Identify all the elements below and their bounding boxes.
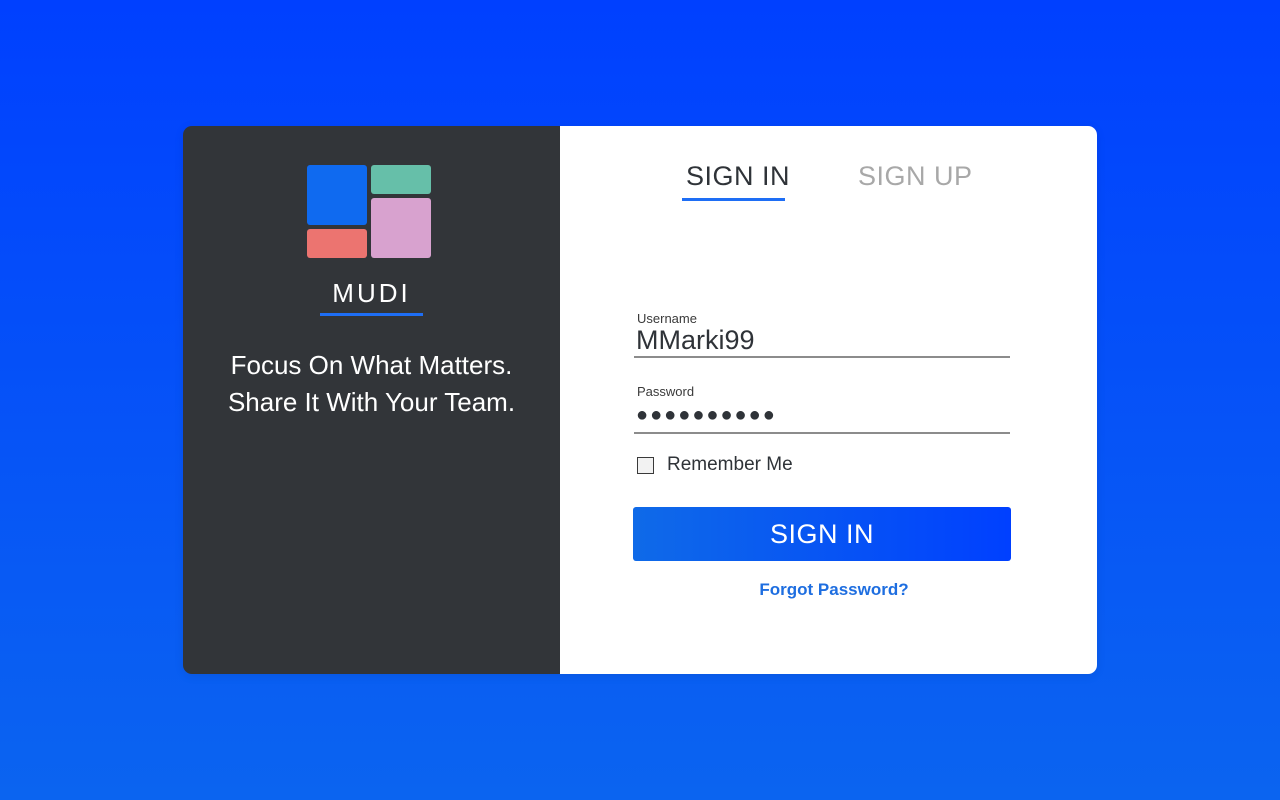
logo-block-teal — [371, 165, 431, 194]
tagline: Focus On What Matters. Share It With You… — [183, 347, 560, 421]
logo-block-red — [307, 229, 367, 258]
remember-me-checkbox[interactable] — [637, 456, 654, 474]
tab-sign-up[interactable]: SIGN UP — [858, 161, 973, 192]
auth-card: MUDI Focus On What Matters. Share It Wit… — [183, 126, 1097, 674]
username-input[interactable] — [634, 324, 1010, 358]
sign-in-button[interactable]: SIGN IN — [633, 507, 1011, 561]
forgot-password-label: Forgot Password? — [759, 580, 909, 599]
mudi-logo — [307, 165, 431, 258]
logo-block-blue — [307, 165, 367, 225]
tagline-line-1: Focus On What Matters. — [230, 350, 513, 380]
brand-underline — [320, 313, 423, 316]
logo-block-pink — [371, 198, 431, 258]
remember-me-label[interactable]: Remember Me — [667, 454, 793, 476]
form-panel: SIGN IN SIGN UP Username Password Rememb… — [560, 126, 1097, 674]
active-tab-indicator — [682, 198, 785, 201]
tab-sign-in[interactable]: SIGN IN — [686, 161, 790, 192]
remember-me[interactable]: Remember Me — [637, 454, 793, 476]
password-label: Password — [637, 384, 695, 399]
brand-panel: MUDI Focus On What Matters. Share It Wit… — [183, 126, 560, 674]
password-input[interactable] — [634, 398, 1010, 434]
tagline-line-2: Share It With Your Team. — [227, 387, 516, 417]
brand-name: MUDI — [332, 278, 411, 308]
forgot-password-link[interactable]: Forgot Password? — [560, 580, 1097, 600]
